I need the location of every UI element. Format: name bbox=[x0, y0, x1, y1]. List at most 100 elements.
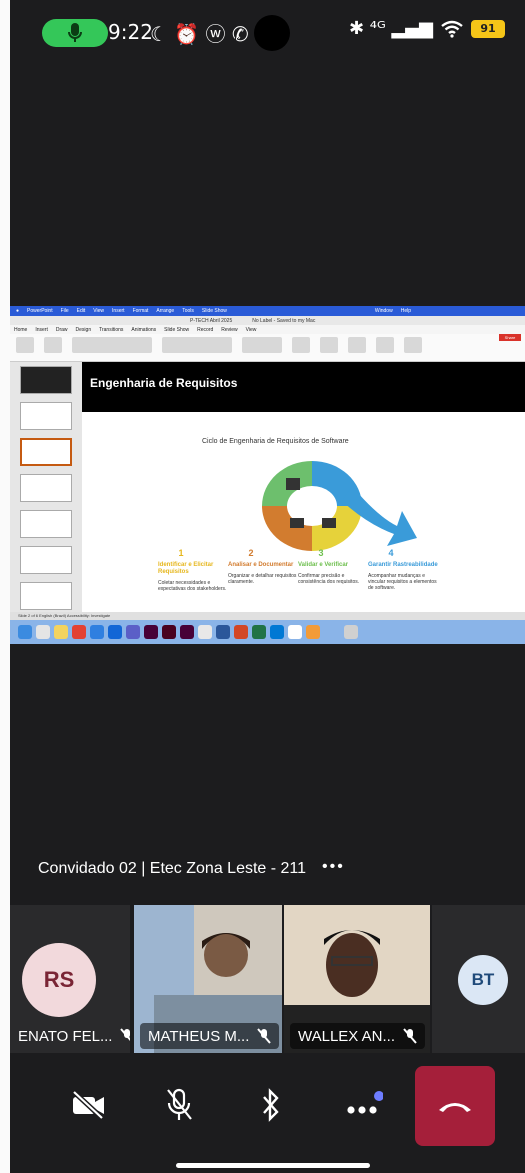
bluetooth-signal-icons: ✱ ⁴ᴳ ▂▄▆ bbox=[348, 18, 433, 39]
slide-thumbnail bbox=[20, 366, 72, 394]
tab-review: Review bbox=[221, 326, 238, 333]
menu-item: Insert bbox=[112, 308, 125, 314]
muted-mic-icon bbox=[403, 1028, 417, 1044]
xd-icon bbox=[180, 625, 194, 639]
step-title: Validar e Verificar bbox=[298, 562, 349, 568]
status-bar: 9:22 ☾ ⏰ ⓦ ✆ ✱ ⁴ᴳ ▂▄▆ 91 bbox=[0, 0, 525, 64]
menu-item: Format bbox=[132, 308, 149, 314]
font-controls-icon bbox=[72, 337, 152, 353]
excel-icon bbox=[252, 625, 266, 639]
tab-view: View bbox=[245, 326, 257, 333]
shapes-icon bbox=[242, 337, 282, 353]
cycle-steps: 1 Identificar e Elicitar Requisitos Cole… bbox=[158, 548, 438, 592]
clipboard-icon bbox=[286, 478, 300, 490]
participant-tile-wallex[interactable]: WALLEX AN... bbox=[284, 905, 430, 1053]
mute-button[interactable] bbox=[154, 1080, 204, 1130]
sensitivity-icon bbox=[348, 337, 366, 353]
menu-item: Tools bbox=[182, 308, 194, 314]
clock: 9:22 bbox=[108, 20, 153, 44]
slide-thumbnail-selected bbox=[20, 438, 72, 466]
participant-tile-bt[interactable]: BT bbox=[432, 905, 525, 1053]
notification-dot bbox=[374, 1091, 383, 1101]
chrome-icon bbox=[72, 625, 86, 639]
slide-thumbnail bbox=[20, 582, 72, 610]
step-text: Confirmar precisão e consistência dos re… bbox=[298, 573, 360, 585]
avatar-initials: BT bbox=[471, 970, 495, 989]
current-slide: Engenharia de Requisitos Ciclo de Engenh… bbox=[82, 362, 525, 612]
step-title: Garantir Rastreabilidade bbox=[368, 562, 438, 568]
step-number: 3 bbox=[318, 548, 324, 558]
tab-draw: Draw bbox=[55, 326, 68, 333]
bluetooth-audio-button[interactable] bbox=[246, 1080, 296, 1130]
slide-thumbnail bbox=[20, 474, 72, 502]
bluetooth-icon bbox=[263, 1088, 279, 1122]
menu-item: Edit bbox=[76, 308, 86, 314]
word-icon bbox=[216, 625, 230, 639]
notification-icons: ☾ ⏰ ⓦ ✆ bbox=[150, 22, 249, 46]
battery-level: 91 bbox=[480, 22, 496, 35]
presenter-name: Convidado 02 | Etec Zona Leste - 211 bbox=[38, 860, 307, 877]
participant-label: MATHEUS M... bbox=[140, 1023, 280, 1049]
slide-thumbnail bbox=[20, 546, 72, 574]
left-edge bbox=[0, 0, 10, 1173]
step-text: Organizar e detalhar requisitos claramen… bbox=[228, 573, 297, 585]
mic-off-icon bbox=[167, 1088, 192, 1120]
step-text: Acompanhar mudanças e vincular requisito… bbox=[368, 573, 437, 591]
step-number: 1 bbox=[178, 548, 184, 558]
step-text: Coletar necessidades e expectativas dos … bbox=[158, 580, 227, 592]
menu-item: File bbox=[60, 308, 69, 314]
calendar-icon bbox=[288, 625, 302, 639]
battery-icon: 91 bbox=[471, 19, 505, 38]
step-item: 4 Garantir Rastreabilidade Acompanhar mu… bbox=[368, 548, 438, 592]
tab-record: Record bbox=[197, 326, 214, 333]
participant-label: WALLEX AN... bbox=[290, 1023, 425, 1049]
trash-icon bbox=[344, 625, 358, 639]
participant-name: WALLEX AN... bbox=[298, 1027, 395, 1045]
more-options-icon[interactable]: ••• bbox=[322, 858, 345, 876]
document-label: No Label - Saved to my Mac bbox=[252, 317, 316, 324]
tab-insert: Insert bbox=[35, 326, 48, 333]
muted-mic-icon bbox=[257, 1028, 272, 1044]
wifi-icon bbox=[441, 20, 463, 38]
mac-menu-bar: ● PowerPoint File Edit View Insert Forma… bbox=[10, 306, 525, 316]
document-title: P-TECH Abril 2025 bbox=[190, 317, 233, 324]
finder-icon bbox=[18, 625, 32, 639]
participant-tile-renato[interactable]: RS ENATO FEL... bbox=[10, 905, 130, 1053]
tab-animations: Animations bbox=[131, 326, 157, 333]
participant-strip: RS ENATO FEL... MATHEUS M... WALLEX AN..… bbox=[10, 905, 525, 1053]
camera-off-button[interactable] bbox=[64, 1080, 114, 1130]
shared-screen[interactable]: ● PowerPoint File Edit View Insert Forma… bbox=[10, 306, 525, 644]
cycle-title: Ciclo de Engenharia de Requisitos de Sof… bbox=[202, 438, 349, 445]
avatar: RS bbox=[22, 943, 96, 1017]
hang-up-icon bbox=[439, 1103, 471, 1112]
more-button[interactable] bbox=[338, 1080, 388, 1130]
dreamweaver-icon bbox=[144, 625, 158, 639]
system-icons: ✱ ⁴ᴳ ▂▄▆ 91 bbox=[349, 18, 505, 39]
camera-off-icon bbox=[72, 1090, 104, 1120]
photos-icon bbox=[306, 625, 320, 639]
call-controls bbox=[10, 1060, 525, 1158]
tab-design: Design bbox=[75, 326, 92, 333]
end-call-button[interactable] bbox=[415, 1066, 495, 1146]
step-title: Identificar e Elicitar Requisitos bbox=[158, 562, 214, 575]
slide-header: Engenharia de Requisitos bbox=[82, 362, 525, 412]
active-mic-indicator[interactable] bbox=[42, 19, 108, 47]
share-button: Share bbox=[499, 334, 521, 341]
app-store-icon bbox=[90, 625, 104, 639]
participant-tile-matheus[interactable]: MATHEUS M... bbox=[134, 905, 282, 1053]
step-number: 4 bbox=[388, 548, 394, 558]
designer-icon bbox=[404, 337, 422, 353]
step-item: 3 Validar e Verificar Confirmar precisão… bbox=[298, 548, 368, 592]
front-camera bbox=[254, 15, 290, 51]
paragraph-controls-icon bbox=[162, 337, 232, 353]
tab-transitions: Transitions bbox=[99, 326, 124, 333]
folder-icon bbox=[290, 518, 304, 528]
ribbon-toolbar bbox=[10, 334, 525, 362]
home-indicator[interactable] bbox=[176, 1163, 370, 1168]
video-call-screen: 9:22 ☾ ⏰ ⓦ ✆ ✱ ⁴ᴳ ▂▄▆ 91 ● PowerPoint Fi… bbox=[0, 0, 525, 1173]
new-slide-icon bbox=[44, 337, 62, 353]
tab-home: Home bbox=[14, 326, 28, 333]
slide-thumbnails bbox=[10, 362, 82, 612]
menu-item: PowerPoint bbox=[27, 308, 53, 314]
slide-thumbnail bbox=[20, 510, 72, 538]
